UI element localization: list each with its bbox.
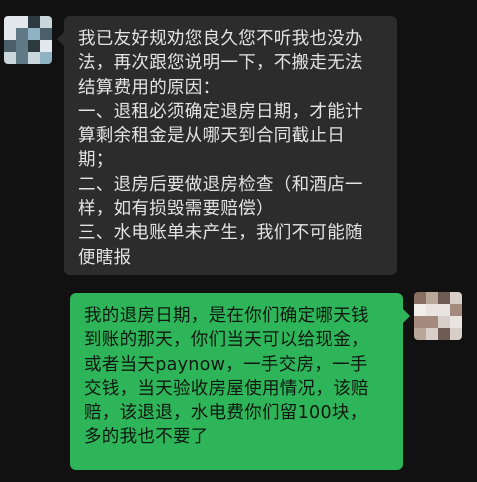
avatar-mosaic-tile	[4, 52, 16, 64]
incoming-message-text: 我已友好规劝您良久您不听我也没办 法，再次跟您说明一下，不搬走无法 结算费用的原…	[78, 27, 387, 270]
avatar-mosaic-tile	[450, 328, 462, 340]
avatar-mosaic-tile	[40, 40, 52, 52]
avatar-mosaic-tile	[414, 328, 426, 340]
message-line: 交钱，当天验收房屋使用情况，该赔	[84, 378, 369, 399]
avatar-mosaic-tile	[414, 316, 426, 328]
incoming-message-bubble[interactable]: 我已友好规劝您良久您不听我也没办 法，再次跟您说明一下，不搬走无法 结算费用的原…	[57, 16, 397, 275]
message-line: 或者当天paynow，一手交房，一手	[84, 354, 368, 375]
chat-window: 我已友好规劝您良久您不听我也没办 法，再次跟您说明一下，不搬走无法 结算费用的原…	[0, 0, 477, 482]
message-line: 一、退租必须确定退房日期，才能计	[78, 101, 363, 122]
avatar-mosaic-tile	[16, 40, 28, 52]
avatar-mosaic-tile	[40, 52, 52, 64]
avatar-mosaic-tile	[40, 28, 52, 40]
message-line: 算剩余租金是从哪天到合同截止日	[78, 126, 345, 147]
message-line: 到账的那天，你们当天可以给现金，	[84, 330, 369, 351]
avatar-mosaic-tile	[438, 328, 450, 340]
contact-avatar[interactable]	[4, 16, 52, 64]
message-line: 赔，该退退，水电费你们留100块，	[84, 403, 368, 424]
avatar-mosaic-tile	[426, 292, 438, 304]
avatar-mosaic-tile	[450, 316, 462, 328]
avatar-mosaic-tile	[426, 328, 438, 340]
avatar-mosaic-tile	[4, 40, 16, 52]
avatar-mosaic-tile	[4, 16, 16, 28]
avatar-mosaic-tile	[16, 28, 28, 40]
avatar-mosaic-tile	[40, 16, 52, 28]
message-line: 结算费用的原因：	[78, 77, 221, 98]
message-line: 样，如有损毁需要赔偿）	[78, 199, 274, 220]
avatar-mosaic-tile	[438, 304, 450, 316]
avatar-mosaic-tile	[438, 292, 450, 304]
message-line: 二、退房后要做退房检查（和酒店一	[78, 174, 363, 195]
avatar-mosaic-tile	[4, 28, 16, 40]
avatar-mosaic-tile	[16, 16, 28, 28]
message-line: 三、水电账单未产生，我们不可能随	[78, 223, 363, 244]
avatar-mosaic-tile	[28, 52, 40, 64]
message-line: 我已友好规劝您良久您不听我也没办	[78, 29, 363, 49]
outgoing-message-bubble[interactable]: 我的退房日期，是在你们确定哪天钱 到账的那天，你们当天可以给现金， 或者当天pa…	[70, 293, 410, 470]
message-line: 我的退房日期，是在你们确定哪天钱	[84, 306, 369, 326]
avatar-mosaic-tile	[450, 292, 462, 304]
self-avatar[interactable]	[414, 292, 462, 340]
message-line: 期；	[78, 150, 114, 171]
avatar-mosaic-tile	[16, 52, 28, 64]
message-line: 多的我也不要了	[84, 427, 209, 448]
avatar-mosaic-tile	[28, 16, 40, 28]
avatar-mosaic-tile	[438, 316, 450, 328]
avatar-mosaic-tile	[414, 292, 426, 304]
avatar-mosaic-tile	[450, 304, 462, 316]
avatar-mosaic-tile	[426, 316, 438, 328]
avatar-mosaic-tile	[426, 304, 438, 316]
message-line: 便瞎报	[78, 247, 132, 268]
outgoing-message-text: 我的退房日期，是在你们确定哪天钱 到账的那天，你们当天可以给现金， 或者当天pa…	[84, 304, 393, 450]
avatar-mosaic-tile	[28, 28, 40, 40]
message-line: 法，再次跟您说明一下，不搬走无法	[78, 53, 363, 74]
avatar-mosaic-tile	[414, 304, 426, 316]
avatar-mosaic-tile	[28, 40, 40, 52]
